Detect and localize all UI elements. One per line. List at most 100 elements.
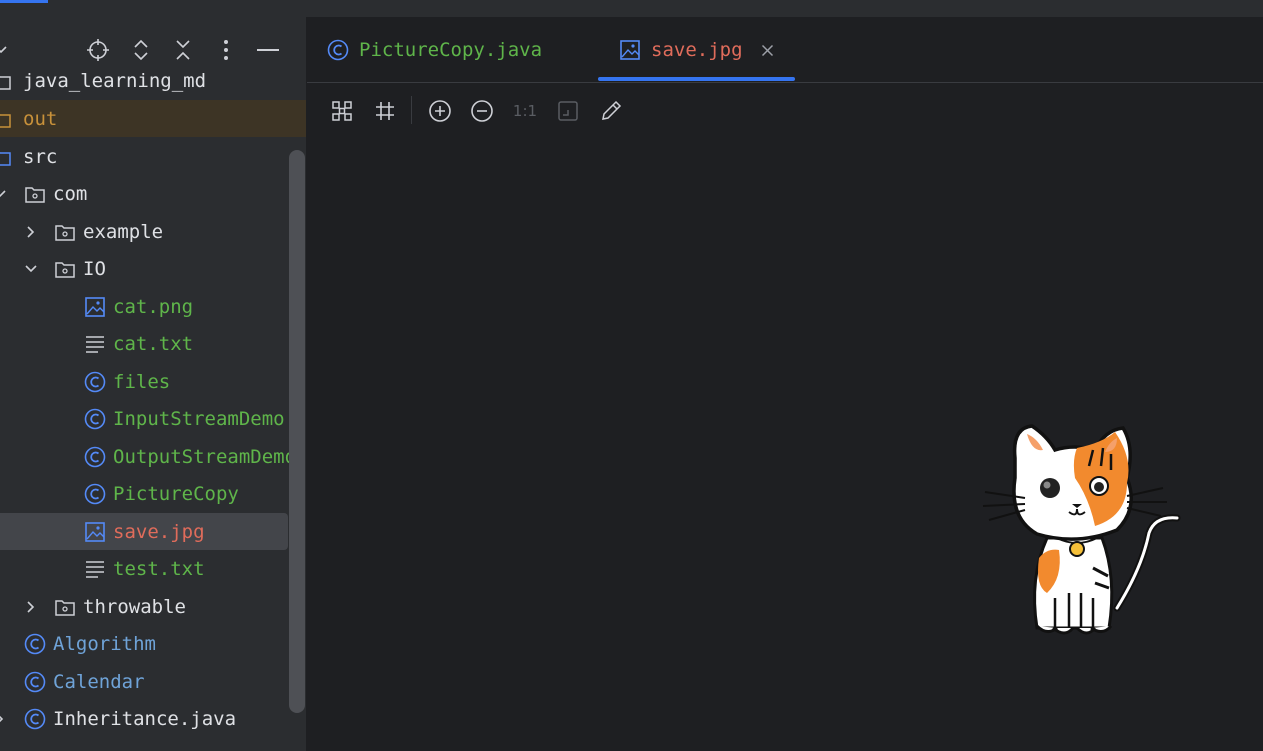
tree-item-outputstreamdemo[interactable]: OutputStreamDemo [0,438,296,475]
chevron-right-icon[interactable] [23,224,39,240]
tree-item-label: Calendar [53,670,145,693]
tree-item-label: Algorithm [53,632,156,655]
tree-item-label: test.txt [113,557,205,580]
folder-icon [0,75,11,90]
java-class-icon [24,671,46,693]
tree-item-inputstreamdemo[interactable]: InputStreamDemo [0,400,290,437]
tree-item-label: com [53,182,88,205]
editor-tab-bar: PictureCopy.java save.jpg [307,17,1263,83]
collapse-all-button[interactable] [170,37,196,63]
text-file-icon [86,336,104,353]
tree-item-label: IO [83,257,106,280]
tree-item-files[interactable]: files [0,363,290,400]
tab-label: save.jpg [651,39,743,61]
image-file-icon [85,522,105,542]
java-class-icon [84,483,106,505]
tree-item-inheritance-java[interactable]: Inheritance.java [0,700,290,737]
project-sidebar: java_learning_md out src com example IO [0,17,307,751]
tree-item-label: OutputStreamDemo [113,445,297,468]
source-folder-icon [0,151,11,166]
tree-item-label: out [23,107,58,130]
zoom-out-button[interactable] [469,98,495,124]
tree-item-java-learning-md[interactable]: java_learning_md [0,62,290,99]
hide-panel-button[interactable] [255,37,281,63]
tree-item-algorithm[interactable]: Algorithm [0,625,290,662]
cat-image [982,424,1181,635]
tab-label: PictureCopy.java [359,39,543,61]
tree-item-cat-txt[interactable]: cat.txt [0,325,290,362]
java-class-icon [24,708,46,730]
image-file-icon [85,297,105,317]
color-picker-icon [602,100,622,120]
close-icon[interactable] [761,44,774,57]
tree-item-cat-png[interactable]: cat.png [0,288,290,325]
folder-icon [0,113,11,128]
tree-item-src[interactable]: src [0,138,290,175]
active-tab-indicator [598,77,795,81]
expand-all-icon [134,39,148,61]
title-bar-accent [0,0,48,3]
text-file-icon [86,561,104,578]
image-editor-toolbar: 1:1 [307,84,1263,136]
expand-all-button[interactable] [128,37,154,63]
tree-item-label: save.jpg [113,520,205,543]
more-options-button[interactable] [213,37,239,63]
chevron-down-icon[interactable] [0,43,8,57]
collapse-all-icon [176,40,190,60]
tree-item-com[interactable]: com [0,175,290,212]
hide-icon [257,49,279,51]
tree-item-save-jpg[interactable]: save.jpg [0,513,288,550]
java-class-icon [24,633,46,655]
zoom-in-button[interactable] [427,98,453,124]
tree-item-label: cat.txt [113,332,194,355]
tree-item-label: InputStreamDemo [113,407,285,430]
tree-item-label: java_learning_md [23,69,207,92]
sidebar-scrollbar[interactable] [289,150,305,713]
package-icon [25,187,45,203]
tree-item-calendar[interactable]: Calendar [0,663,290,700]
fit-to-window-icon [332,101,352,121]
chevron-right-icon[interactable] [23,599,39,615]
tree-item-throwable[interactable]: throwable [0,588,290,625]
actual-size-icon: 1:1 [512,102,538,120]
tree-item-label: example [83,220,164,243]
chevron-right-icon[interactable] [0,711,8,727]
fit-to-window-button[interactable] [329,98,355,124]
java-class-icon [84,446,106,468]
grid-icon [376,102,394,120]
tree-item-label: files [113,370,171,393]
more-options-icon [224,40,228,60]
tree-item-label: throwable [83,595,186,618]
locate-button[interactable] [85,37,111,63]
chessboard-button[interactable] [555,98,581,124]
chevron-down-icon[interactable] [0,186,8,202]
chevron-down-icon[interactable] [23,261,39,277]
tree-item-label: Inheritance.java [53,707,237,730]
tree-item-test-txt[interactable]: test.txt [0,550,290,587]
grid-button[interactable] [372,98,398,124]
title-bar-strip [0,0,1263,17]
package-icon [55,262,75,278]
color-picker-button[interactable] [598,98,624,124]
chessboard-icon [558,101,578,121]
tree-item-label: src [23,145,58,168]
tree-item-example[interactable]: example [0,213,290,250]
java-class-icon [327,39,349,61]
zoom-out-icon [471,100,493,122]
locate-icon [87,39,109,61]
tab-picturecopy-java[interactable]: PictureCopy.java [327,17,542,83]
tree-item-label: PictureCopy [113,482,239,505]
tab-save-jpg[interactable]: save.jpg [619,17,774,83]
tree-item-picturecopy[interactable]: PictureCopy [0,475,290,512]
tree-item-label: cat.png [113,295,194,318]
package-icon [55,600,75,616]
java-class-icon [84,408,106,430]
package-icon [55,225,75,241]
tree-item-io[interactable]: IO [0,250,290,287]
toolbar-separator [411,96,412,124]
actual-size-button[interactable]: 1:1 [512,98,538,124]
image-file-icon [620,40,640,60]
java-class-icon [84,371,106,393]
tree-item-out[interactable]: out [0,100,306,137]
image-canvas [307,136,1263,751]
